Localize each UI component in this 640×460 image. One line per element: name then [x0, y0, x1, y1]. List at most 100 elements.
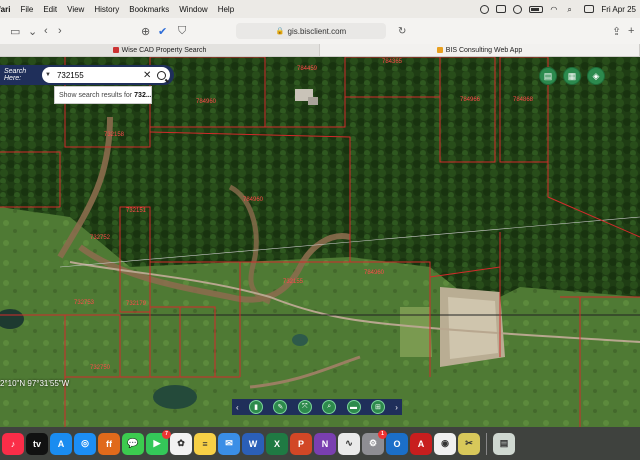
- dock-excel-icon[interactable]: X: [266, 432, 288, 455]
- grid-icon[interactable]: ▦: [563, 67, 581, 85]
- chevron-down-icon[interactable]: ▼: [45, 72, 51, 78]
- dock-trash-preview-icon[interactable]: ▤: [493, 432, 515, 455]
- dock-word-icon[interactable]: W: [242, 432, 264, 455]
- control-center-icon[interactable]: [584, 5, 595, 13]
- browser-toolbar: ▭ ⌄ ‹ › ⊕ ✔ ⛉ 🔒 gis.bisclient.com ↻ ⇪ +: [0, 18, 640, 44]
- dock-glyph: tv: [32, 438, 41, 449]
- spotlight-icon[interactable]: ⌕: [567, 5, 577, 14]
- forward-button[interactable]: ›: [58, 22, 62, 40]
- export-icon[interactable]: ⊞: [370, 400, 385, 414]
- menu-window[interactable]: Window: [179, 5, 207, 14]
- screen-icon[interactable]: [496, 5, 507, 13]
- parcel-label[interactable]: 732151: [126, 208, 147, 214]
- search-icon[interactable]: [157, 70, 167, 80]
- dock-music-icon[interactable]: ♪: [2, 432, 24, 455]
- dock-separator: [486, 432, 487, 455]
- parcel-label[interactable]: 784960: [364, 270, 385, 276]
- dock-glyph: ◉: [441, 438, 449, 448]
- menu-help[interactable]: Help: [218, 5, 234, 14]
- menu-clock[interactable]: Fri Apr 25: [601, 5, 636, 14]
- dock-glyph: A: [417, 438, 425, 449]
- dock-glyph: ▶: [153, 438, 161, 448]
- dock-powerpoint-icon[interactable]: P: [290, 432, 312, 455]
- aerial-imagery[interactable]: 784459 784365 784960 784966 784868 73215…: [0, 57, 640, 427]
- ruler-icon[interactable]: ▬: [346, 400, 361, 414]
- measure-icon[interactable]: ⤧: [297, 400, 312, 414]
- privacy-shield-icon[interactable]: ⛉: [178, 22, 186, 40]
- menu-history[interactable]: History: [94, 5, 119, 14]
- new-tab-button[interactable]: +: [628, 22, 634, 40]
- verified-icon[interactable]: ✔: [158, 22, 167, 40]
- tab-bis-consulting[interactable]: BIS Consulting Web App: [320, 44, 640, 56]
- printer-icon[interactable]: ▤: [539, 67, 557, 85]
- parcel-label[interactable]: 732753: [74, 300, 95, 306]
- share-icon[interactable]: ⇪: [612, 22, 621, 40]
- parcel-label[interactable]: 784868: [513, 97, 534, 103]
- reload-icon[interactable]: ↻: [398, 22, 406, 40]
- search-input[interactable]: [56, 70, 141, 80]
- location-icon[interactable]: ⊕: [141, 22, 150, 40]
- parcel-label[interactable]: 784960: [196, 99, 217, 105]
- menu-status-area: ◠ ⌕ Fri Apr 25: [480, 0, 636, 18]
- parcel-label[interactable]: 784365: [382, 59, 403, 65]
- parcel-label[interactable]: 732179: [126, 301, 147, 307]
- sync-icon[interactable]: [513, 4, 523, 14]
- search-box[interactable]: ▼ ✕: [42, 67, 170, 83]
- tab-bar: Wise CAD Property Search BIS Consulting …: [0, 44, 640, 57]
- bookmark-icon[interactable]: ▮: [249, 400, 264, 414]
- dock-mail-icon[interactable]: ✉: [218, 432, 240, 455]
- chevron-left-icon[interactable]: ‹: [236, 403, 239, 412]
- dock-glyph: ▤: [499, 438, 509, 448]
- gis-map[interactable]: 784459 784365 784960 784966 784868 73215…: [0, 57, 640, 427]
- chevron-down-icon[interactable]: ⌄: [28, 22, 37, 40]
- search-suggestion[interactable]: Show search results for 732...: [54, 86, 152, 104]
- dock-tools-icon[interactable]: ✂: [458, 432, 480, 455]
- dock-glyph: A: [57, 438, 65, 449]
- dock-chrome-icon[interactable]: ◉: [434, 432, 456, 455]
- dock-facetime-icon[interactable]: ▶ 7: [146, 429, 171, 455]
- search-panel: Search Here: ▼ ✕: [0, 65, 174, 85]
- sidebar-toggle-icon[interactable]: ▭: [10, 22, 20, 40]
- dock-messages-icon[interactable]: 💬: [122, 432, 144, 455]
- dock-firefox-icon[interactable]: ff: [98, 432, 120, 455]
- dock-photos-icon[interactable]: ✿: [170, 432, 192, 455]
- wifi-icon[interactable]: ◠: [550, 5, 560, 14]
- menu-bookmarks[interactable]: Bookmarks: [129, 5, 169, 14]
- close-icon[interactable]: ✕: [143, 70, 151, 81]
- dock-apple-tv-icon[interactable]: tv: [26, 432, 48, 455]
- dock-glyph: ✉: [225, 438, 233, 448]
- dock-outlook-icon[interactable]: O: [386, 432, 408, 455]
- menu-edit[interactable]: Edit: [43, 5, 57, 14]
- creative-cloud-icon[interactable]: [480, 4, 490, 14]
- dock-glyph: P: [297, 438, 304, 449]
- dock-onenote-icon[interactable]: N: [314, 432, 336, 455]
- search-zoom-icon[interactable]: ⌕: [322, 400, 337, 414]
- parcel-label[interactable]: 732750: [90, 365, 111, 371]
- address-bar[interactable]: 🔒 gis.bisclient.com: [236, 23, 386, 39]
- dock-safari-icon[interactable]: ◎: [74, 432, 96, 455]
- menu-view[interactable]: View: [67, 5, 84, 14]
- dock-app-store-icon[interactable]: A: [50, 432, 72, 455]
- dock-system-settings-icon[interactable]: ⚙ 1: [362, 429, 387, 455]
- menu-file[interactable]: File: [20, 5, 33, 14]
- tab-wise-cad[interactable]: Wise CAD Property Search: [0, 44, 320, 56]
- menu-app-name[interactable]: fari: [0, 5, 10, 14]
- parcel-label[interactable]: 732752: [90, 235, 111, 241]
- parcel-label[interactable]: 784960: [243, 197, 264, 203]
- dock-activity-monitor-icon[interactable]: ∿: [338, 432, 360, 455]
- chevron-right-icon[interactable]: ›: [395, 403, 398, 412]
- parcel-label[interactable]: 732155: [283, 279, 304, 285]
- dock-acrobat-icon[interactable]: A: [410, 432, 432, 455]
- back-button[interactable]: ‹: [44, 22, 48, 40]
- dock-notes-icon[interactable]: ≡: [194, 432, 216, 455]
- search-label: Search Here:: [4, 68, 27, 82]
- parcel-label[interactable]: 732158: [104, 132, 125, 138]
- layers-icon[interactable]: ◈: [587, 67, 605, 85]
- parcel-label[interactable]: 784459: [297, 66, 318, 72]
- parcel-label[interactable]: 784966: [460, 97, 481, 103]
- url-text: gis.bisclient.com: [287, 26, 347, 36]
- battery-icon[interactable]: [529, 5, 544, 13]
- pencil-icon[interactable]: ✎: [273, 400, 288, 414]
- dock-glyph: ✿: [177, 438, 185, 448]
- tab-label: Wise CAD Property Search: [121, 46, 207, 54]
